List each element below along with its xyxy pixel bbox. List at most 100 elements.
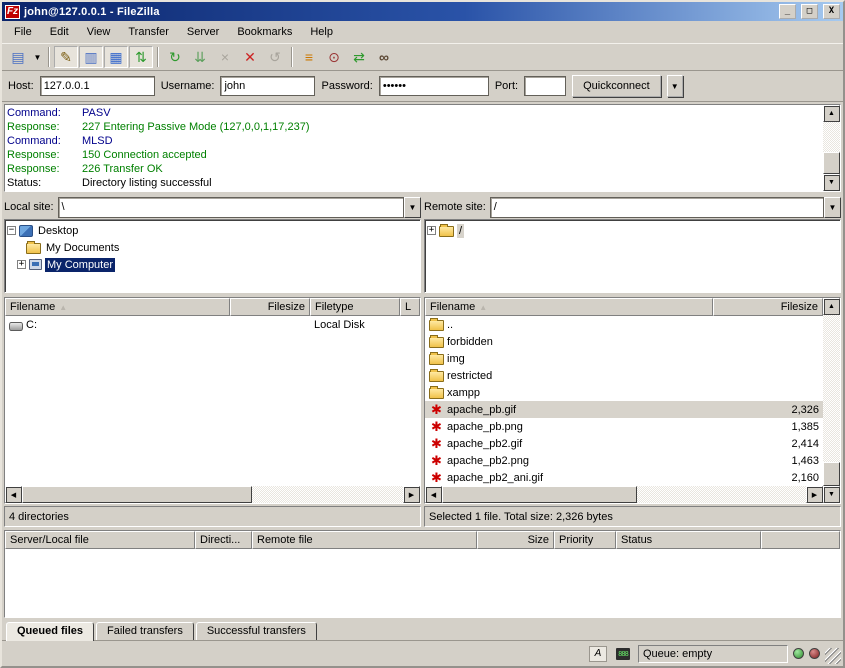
- compare-icon[interactable]: ⊙: [322, 46, 346, 68]
- username-input[interactable]: [220, 76, 315, 96]
- table-row[interactable]: restricted: [425, 367, 823, 384]
- maximize-button[interactable]: □: [801, 4, 818, 19]
- scroll-right-icon[interactable]: ▶: [806, 486, 823, 503]
- log-vertical-scrollbar[interactable]: ▲ ▼: [823, 105, 840, 191]
- expand-icon[interactable]: +: [17, 260, 26, 269]
- remote-site-combo[interactable]: / ▼: [490, 197, 841, 218]
- table-row[interactable]: C: Local Disk: [5, 316, 420, 333]
- port-label: Port:: [495, 80, 518, 92]
- directory-comparison-icon[interactable]: A: [588, 645, 608, 663]
- collapse-icon[interactable]: −: [7, 226, 16, 235]
- local-status-text: 4 directories: [4, 506, 421, 527]
- menu-edit[interactable]: Edit: [42, 23, 77, 41]
- toggle-message-log-icon[interactable]: ✎: [54, 46, 78, 68]
- column-header-last-modified[interactable]: L: [400, 298, 420, 316]
- remote-site-path[interactable]: /: [490, 197, 824, 218]
- remote-status-text: Selected 1 file. Total size: 2,326 bytes: [424, 506, 841, 527]
- host-input[interactable]: [40, 76, 155, 96]
- scrollbar-thumb[interactable]: [823, 152, 840, 174]
- column-header-filename[interactable]: Filename ▲: [5, 298, 230, 316]
- tree-item-desktop[interactable]: − Desktop: [7, 222, 418, 239]
- scroll-up-icon[interactable]: ▲: [823, 105, 840, 122]
- scroll-right-icon[interactable]: ▶: [403, 486, 420, 503]
- remote-directory-tree: + /: [424, 219, 841, 293]
- menu-server[interactable]: Server: [179, 23, 227, 41]
- menu-bookmarks[interactable]: Bookmarks: [229, 23, 300, 41]
- local-site-label: Local site:: [4, 201, 54, 213]
- close-button[interactable]: X: [823, 4, 840, 19]
- refresh-icon[interactable]: ↻: [163, 46, 187, 68]
- remote-vertical-scrollbar[interactable]: ▲ ▼: [823, 298, 840, 503]
- port-input[interactable]: [524, 76, 566, 96]
- table-row[interactable]: ..: [425, 316, 823, 333]
- tab-queued-files[interactable]: Queued files: [6, 622, 94, 641]
- menu-file[interactable]: File: [6, 23, 40, 41]
- local-horizontal-scrollbar[interactable]: ◀ ▶: [5, 486, 420, 503]
- scroll-down-icon[interactable]: ▼: [823, 486, 840, 503]
- toggle-queue-icon[interactable]: ⇅: [129, 46, 153, 68]
- minimize-button[interactable]: _: [779, 4, 796, 19]
- log-line: Command:MLSD: [7, 134, 821, 148]
- column-header-filetype[interactable]: Filetype: [310, 298, 400, 316]
- menu-bar: File Edit View Transfer Server Bookmarks…: [2, 21, 843, 44]
- tree-item-root[interactable]: + /: [427, 222, 838, 239]
- scroll-down-icon[interactable]: ▼: [823, 174, 840, 191]
- column-header-server-local-file[interactable]: Server/Local file: [5, 531, 195, 549]
- chevron-down-icon[interactable]: ▼: [824, 197, 841, 218]
- menu-transfer[interactable]: Transfer: [120, 23, 177, 41]
- log-line: Command:PASV: [7, 106, 821, 120]
- tree-item-my-documents[interactable]: My Documents: [7, 239, 418, 256]
- scroll-up-icon[interactable]: ▲: [823, 298, 840, 315]
- column-header-size[interactable]: Size: [477, 531, 554, 549]
- local-site-path[interactable]: \: [58, 197, 404, 218]
- quickconnect-dropdown-icon[interactable]: ▼: [667, 75, 683, 97]
- remote-horizontal-scrollbar[interactable]: ◀ ▶: [425, 486, 823, 503]
- scrollbar-thumb[interactable]: [442, 486, 637, 503]
- log-line: Response:226 Transfer OK: [7, 162, 821, 176]
- column-header-filename[interactable]: Filename ▲: [425, 298, 713, 316]
- tree-item-my-computer[interactable]: + My Computer: [7, 256, 418, 273]
- disconnect-icon[interactable]: ✕: [238, 46, 262, 68]
- site-manager-dropdown-icon[interactable]: ▼: [31, 46, 44, 68]
- column-header-remote-file[interactable]: Remote file: [252, 531, 477, 549]
- table-row[interactable]: ✱apache_pb.png 1,385: [425, 418, 823, 435]
- menu-view[interactable]: View: [79, 23, 119, 41]
- sync-browse-icon[interactable]: ⇄: [347, 46, 371, 68]
- toggle-local-tree-icon[interactable]: ▥: [79, 46, 103, 68]
- expand-icon[interactable]: +: [427, 226, 436, 235]
- remote-list-header: Filename ▲ Filesize: [425, 298, 823, 316]
- column-header-direction[interactable]: Directi...: [195, 531, 252, 549]
- process-queue-icon[interactable]: ⇊: [188, 46, 212, 68]
- table-row[interactable]: xampp: [425, 384, 823, 401]
- table-row[interactable]: ✱apache_pb2.png 1,463: [425, 452, 823, 469]
- column-header-priority[interactable]: Priority: [554, 531, 616, 549]
- table-row[interactable]: img: [425, 350, 823, 367]
- column-header-status[interactable]: Status: [616, 531, 761, 549]
- resize-grip[interactable]: [825, 648, 841, 664]
- table-row[interactable]: forbidden: [425, 333, 823, 350]
- tab-failed-transfers[interactable]: Failed transfers: [96, 622, 194, 640]
- folder-icon: [429, 354, 444, 365]
- chevron-down-icon[interactable]: ▼: [404, 197, 421, 218]
- quickconnect-button[interactable]: Quickconnect: [572, 75, 661, 97]
- menu-help[interactable]: Help: [302, 23, 341, 41]
- password-input[interactable]: [379, 76, 489, 96]
- table-row-selected[interactable]: ✱apache_pb.gif 2,326: [425, 401, 823, 418]
- filter-icon[interactable]: ≡: [297, 46, 321, 68]
- local-site-combo[interactable]: \ ▼: [58, 197, 421, 218]
- scroll-left-icon[interactable]: ◀: [5, 486, 22, 503]
- column-header-filesize[interactable]: Filesize: [230, 298, 310, 316]
- column-header-filesize[interactable]: Filesize: [713, 298, 823, 316]
- reconnect-icon[interactable]: ↺: [263, 46, 287, 68]
- toggle-remote-tree-icon[interactable]: ▦: [104, 46, 128, 68]
- table-row[interactable]: ✱apache_pb2.gif 2,414: [425, 435, 823, 452]
- scrollbar-thumb[interactable]: [823, 462, 840, 486]
- table-row[interactable]: ✱apache_pb2_ani.gif 2,160: [425, 469, 823, 486]
- site-manager-icon[interactable]: ▤: [6, 46, 30, 68]
- tab-successful-transfers[interactable]: Successful transfers: [196, 622, 317, 640]
- scrollbar-thumb[interactable]: [22, 486, 252, 503]
- speed-limits-icon[interactable]: 888: [613, 645, 633, 663]
- find-icon[interactable]: ∞: [372, 46, 396, 68]
- cancel-icon[interactable]: ×: [213, 46, 237, 68]
- scroll-left-icon[interactable]: ◀: [425, 486, 442, 503]
